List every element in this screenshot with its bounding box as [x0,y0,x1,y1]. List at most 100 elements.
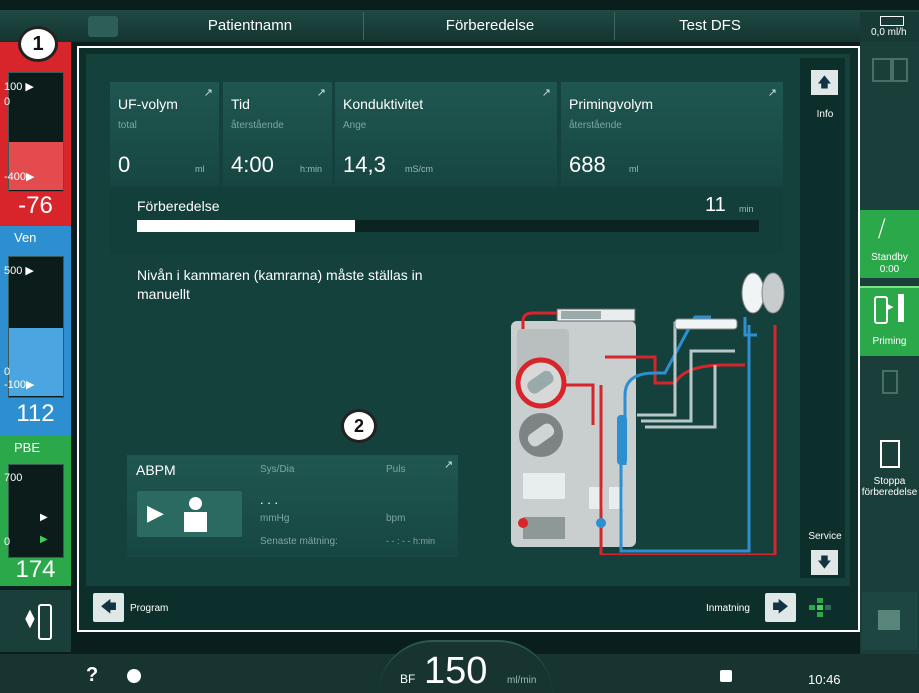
card-subtitle: Ange [343,120,367,131]
clock-icon[interactable] [127,669,141,683]
phase-title: Förberedelse [445,17,535,34]
callout-2: 2 [341,409,377,443]
priming-button[interactable]: ▸ Priming [860,286,919,356]
venous-scale-top: 500 ▶ [4,265,34,277]
stop-preparation-button[interactable]: Stoppa förberedelse [860,436,919,506]
person-body-icon [184,512,207,532]
bf-value: 150 [424,650,488,692]
abpm-last-value: - - : - - h:min [386,536,435,546]
priming-label: Priming [872,336,907,347]
inmatning-forward-button[interactable]: 🡆 [765,593,796,622]
program-label: Program [130,603,169,614]
lock-icon[interactable] [720,670,732,682]
expand-icon: ↗ [541,87,551,99]
venous-scale-bottom: -100▶ [4,379,35,391]
card-value: 14,3 [343,152,386,177]
inmatning-label: Inmatning [706,603,750,614]
venous-label: Ven [14,230,37,245]
progress-value: 11 [705,194,726,216]
stop-icon [880,440,900,468]
saline-bag-icon [741,272,765,314]
level-adjust-button[interactable]: ▲ ▼ [0,590,71,652]
help-button[interactable]: ? [86,664,98,687]
service-down-button[interactable]: 🡇 [811,550,838,575]
status-readout: 0,0 ml/h [871,27,907,38]
dialysate-lines [637,321,735,429]
pbe-pressure-panel[interactable]: PBE 700 0 ▶ ▶ 174 [0,436,71,586]
arterial-value: -76 [18,192,53,219]
program-name[interactable]: Test DFS [640,10,780,42]
abpm-start-button[interactable]: ▶ [137,491,242,537]
priming-volume-card[interactable]: ↗ Primingvolym återstående 688 ml [561,82,783,186]
divider [614,12,615,40]
abpm-last-label: Senaste mätning: [260,536,338,547]
person-icon [189,497,202,510]
program-back-button[interactable]: 🡄 [93,593,124,622]
abpm-sysdia-value: . . . [260,492,279,507]
card-unit: h:min [300,164,323,174]
play-icon: ▶ [147,500,164,525]
venous-line [619,315,757,553]
callout-1: 1 [18,26,58,62]
time-card[interactable]: ↗ Tid återstående 4:00 h:min [223,82,332,186]
app-window: Patientnamn Förberedelse Test DFS 0,0 ml… [0,0,919,693]
info-label: Info [816,109,834,120]
progress-label: Förberedelse [137,198,220,214]
screen-icon [523,473,565,499]
expand-icon: ↗ [767,87,777,99]
chamber-slot-icon [523,517,565,539]
saline-bag-icon [761,272,785,314]
bf-label: BF [400,672,416,686]
card-title: Tid [231,96,250,112]
expand-icon: ↗ [203,87,213,99]
card-unit: ml [195,164,205,174]
pbe-label: PBE [14,440,41,455]
expand-icon: ↗ [316,87,326,99]
pbe-marker-icon: ▶ [40,534,48,545]
card-subtitle: återstående [569,120,622,131]
pbe-scale-top: 700 [4,472,23,484]
home-icon[interactable] [862,592,917,650]
progress-fill [137,220,355,232]
patient-card-icon[interactable] [88,16,118,37]
card-unit: ml [629,164,639,174]
uf-volume-card[interactable]: ↗ UF-volym total 0 ml [110,82,219,186]
standby-time: 0:00 [879,264,900,275]
pbe-marker-icon: ▶ [40,512,48,523]
clock-time: 10:46 [808,672,841,687]
status-readout-box[interactable]: 0,0 ml/h [860,12,919,42]
priming-icon [874,296,888,324]
bf-unit: ml/min [507,675,537,686]
expand-icon: ↗ [444,459,454,471]
card-value: 4:00 [231,152,274,177]
abpm-title: ABPM [136,462,176,478]
abpm-unit-bpm: bpm [386,513,406,524]
standby-button[interactable]: ⧸ Standby 0:00 [860,210,919,278]
priming-chamber-icon [898,294,904,322]
card-unit: mS/cm [405,164,433,174]
card-title: UF-volym [118,96,178,112]
battery-icon [880,16,904,26]
chamber-icon [38,604,52,640]
venous-value: 112 [16,400,55,427]
abpm-unit-mmhg: mmHg [260,513,290,524]
dialyzer-icon [674,318,738,330]
service-label: Service [808,531,842,542]
arterial-scale-bottom: -400▶ [4,171,35,183]
instruction-message: Nivån i kammaren (kamrarna) måste ställa… [137,267,423,302]
card-subtitle: total [118,120,137,131]
info-up-button[interactable]: 🡅 [811,70,838,95]
side-button-column [800,58,845,578]
patient-connect-icon[interactable] [866,52,914,122]
arterial-pressure-panel[interactable]: 100 ▶ 0 -400▶ -76 [0,42,71,226]
stop-label: Stoppa förberedelse [861,476,918,498]
conductivity-card[interactable]: ↗ Konduktivitet Ange 14,3 mS/cm [335,82,557,186]
pbe-scale-bottom: 0 [4,536,11,548]
progress-unit: min [739,204,754,214]
patient-name[interactable]: Patientnamn [160,10,340,42]
standby-label: Standby [871,252,908,263]
divider [363,12,364,40]
circuit-diagram [511,272,785,555]
priming-arrow-icon: ▸ [888,301,894,313]
venous-pressure-panel[interactable]: Ven 500 ▶ 0 -100▶ 112 [0,226,71,436]
